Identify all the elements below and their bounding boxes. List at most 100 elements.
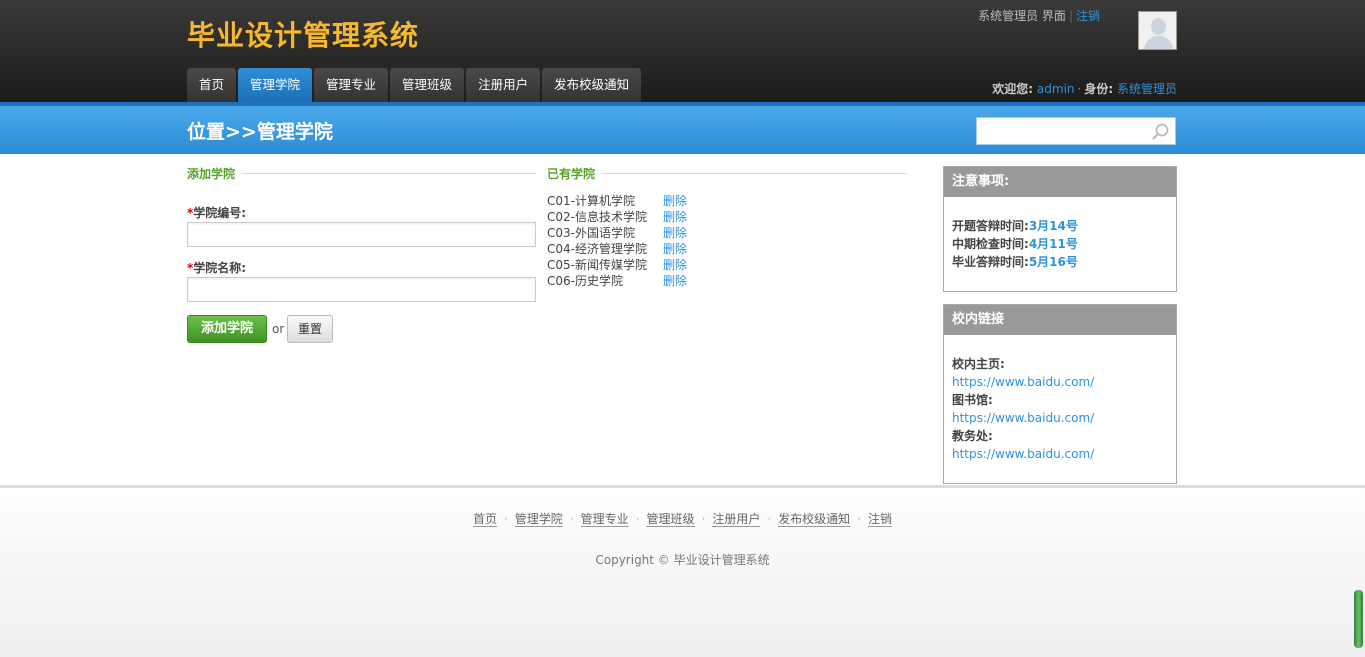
link-label: 教务处: (952, 427, 1168, 445)
college-code-input[interactable] (187, 222, 536, 247)
campus-links-panel: 校内链接 校内主页: https://www.baidu.com/ 图书馆: h… (943, 304, 1177, 484)
link-url-row: https://www.baidu.com/ (952, 445, 1168, 463)
list-item: C02-信息技术学院 删除 (547, 209, 687, 225)
footer-separator: · (503, 512, 508, 526)
add-college-button[interactable]: 添加学院 (187, 315, 267, 343)
footer-link-register-user[interactable]: 注册用户 (712, 512, 761, 527)
list-item: C01-计算机学院 删除 (547, 193, 687, 209)
college-name-label: *学院名称: (187, 259, 246, 276)
main-nav: 首页 管理学院 管理专业 管理班级 注册用户 发布校级通知 (187, 68, 642, 102)
college-list: C01-计算机学院 删除 C02-信息技术学院 删除 C03-外国语学院 删除 C04… (547, 193, 687, 289)
role-link[interactable]: 系统管理员 (1117, 82, 1177, 96)
footer-link-manage-major[interactable]: 管理专业 (580, 512, 629, 527)
top-links: 系统管理员 界面 | 注销 (978, 7, 1100, 24)
delete-link[interactable]: 删除 (663, 193, 687, 209)
campus-links-body: 校内主页: https://www.baidu.com/ 图书馆: https:… (944, 335, 1176, 463)
footer-link-logout[interactable]: 注销 (868, 512, 893, 527)
college-name: C02-信息技术学院 (547, 210, 647, 224)
footer: 首页 · 管理学院 · 管理专业 · 管理班级 · 注册用户 · 发布校级通知 · 注销 Copyrig… (0, 485, 1365, 657)
nav-tab-manage-class[interactable]: 管理班级 (390, 68, 465, 102)
footer-separator: · (701, 512, 706, 526)
notice-value: 4月11号 (1028, 237, 1078, 251)
college-name-label-text: 学院名称: (193, 261, 247, 275)
college-code-label: *学院编号: (187, 204, 246, 221)
list-item: C03-外国语学院 删除 (547, 225, 687, 241)
notice-panel: 注意事项: 开题答辩时间:3月14号 中期检查时间:4月11号 毕业答辩时间:5… (943, 166, 1177, 292)
avatar[interactable] (1138, 11, 1177, 50)
reset-button[interactable]: 重置 (287, 315, 333, 343)
footer-separator: · (569, 512, 574, 526)
nav-tab-manage-major[interactable]: 管理专业 (314, 68, 389, 102)
homepage-link[interactable]: https://www.baidu.com/ (952, 375, 1094, 389)
link-label: 图书馆: (952, 391, 1168, 409)
divider (602, 173, 907, 174)
role-interface-label: 系统管理员 界面 (978, 9, 1066, 23)
link-label-text: 教务处: (952, 429, 993, 443)
or-text: or (272, 322, 285, 336)
delete-link[interactable]: 删除 (663, 257, 687, 273)
footer-link-publish-notice[interactable]: 发布校级通知 (778, 512, 851, 527)
notice-item: 中期检查时间:4月11号 (952, 235, 1168, 253)
college-name: C03-外国语学院 (547, 226, 635, 240)
delete-link[interactable]: 删除 (663, 225, 687, 241)
search-input[interactable] (977, 118, 1147, 144)
divider (242, 173, 536, 174)
search-icon[interactable] (1152, 123, 1169, 140)
welcome-info: 欢迎您: admin · 身份: 系统管理员 (992, 80, 1177, 97)
link-label-text: 图书馆: (952, 393, 993, 407)
site-title: 毕业设计管理系统 (187, 19, 420, 52)
nav-tab-manage-college[interactable]: 管理学院 (238, 68, 313, 102)
main-content: 添加学院 *学院编号: *学院名称: 添加学院 or 重置 已有学院 C01-计… (0, 154, 1365, 485)
link-url-row: https://www.baidu.com/ (952, 409, 1168, 427)
scrollbar-thumb[interactable] (1354, 590, 1363, 648)
footer-link-manage-class[interactable]: 管理班级 (646, 512, 695, 527)
notice-label: 毕业答辩时间: (952, 255, 1029, 269)
footer-separator: · (635, 512, 640, 526)
campus-links-panel-title: 校内链接 (944, 305, 1176, 335)
username-link[interactable]: admin (1037, 82, 1075, 96)
add-college-heading: 添加学院 (187, 167, 236, 181)
link-label: 校内主页: (952, 355, 1168, 373)
college-code-label-text: 学院编号: (193, 206, 247, 220)
notice-panel-title: 注意事项: (944, 167, 1176, 197)
notice-item: 毕业答辩时间:5月16号 (952, 253, 1168, 271)
delete-link[interactable]: 删除 (663, 241, 687, 257)
notice-item: 开题答辩时间:3月14号 (952, 217, 1168, 235)
search-box (976, 117, 1176, 145)
link-label-text: 校内主页: (952, 357, 1005, 371)
dot-separator: · (1077, 82, 1082, 96)
college-name: C04-经济管理学院 (547, 242, 647, 256)
link-url-row: https://www.baidu.com/ (952, 373, 1168, 391)
nav-tab-register-user[interactable]: 注册用户 (466, 68, 541, 102)
identity-label: 身份: (1084, 82, 1114, 96)
college-name: C05-新闻传媒学院 (547, 258, 647, 272)
delete-link[interactable]: 删除 (663, 209, 687, 225)
logout-link[interactable]: 注销 (1076, 9, 1100, 23)
location-bar: 位置>>管理学院 (0, 102, 1365, 154)
welcome-label: 欢迎您: (992, 82, 1034, 96)
delete-link[interactable]: 删除 (663, 273, 687, 289)
list-item: C06-历史学院 删除 (547, 273, 687, 289)
college-name-input[interactable] (187, 277, 536, 302)
breadcrumb: 位置>>管理学院 (187, 121, 333, 143)
notice-panel-body: 开题答辩时间:3月14号 中期检查时间:4月11号 毕业答辩时间:5月16号 (944, 197, 1176, 271)
header: 毕业设计管理系统 系统管理员 界面 | 注销 首页 管理学院 管理专业 管理班级 注… (0, 0, 1365, 102)
notice-value: 5月16号 (1028, 255, 1078, 269)
footer-link-home[interactable]: 首页 (472, 512, 497, 527)
footer-nav: 首页 · 管理学院 · 管理专业 · 管理班级 · 注册用户 · 发布校级通知 · 注销 (0, 510, 1365, 527)
nav-tab-publish-notice[interactable]: 发布校级通知 (542, 68, 642, 102)
footer-separator: · (857, 512, 862, 526)
avatar-head-icon (1151, 18, 1166, 35)
list-item: C04-经济管理学院 删除 (547, 241, 687, 257)
academic-office-link[interactable]: https://www.baidu.com/ (952, 447, 1094, 461)
nav-tab-home[interactable]: 首页 (187, 68, 237, 102)
avatar-body-icon (1144, 36, 1173, 49)
existing-colleges-section-title: 已有学院 (547, 165, 907, 182)
list-item: C05-新闻传媒学院 删除 (547, 257, 687, 273)
college-name: C06-历史学院 (547, 274, 623, 288)
notice-value: 3月14号 (1028, 219, 1078, 233)
add-college-section-title: 添加学院 (187, 165, 536, 182)
library-link[interactable]: https://www.baidu.com/ (952, 411, 1094, 425)
footer-link-manage-college[interactable]: 管理学院 (514, 512, 563, 527)
college-name: C01-计算机学院 (547, 194, 635, 208)
